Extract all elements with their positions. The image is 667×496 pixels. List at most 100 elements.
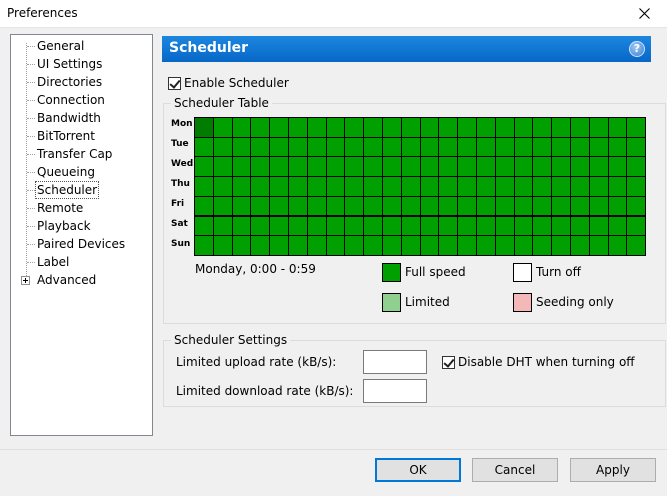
schedule-cell[interactable] (551, 235, 571, 256)
schedule-cell[interactable] (626, 195, 647, 217)
schedule-cell[interactable] (588, 235, 609, 256)
schedule-cell[interactable] (250, 215, 271, 237)
schedule-cell[interactable] (194, 176, 214, 197)
schedule-cell[interactable] (419, 235, 440, 256)
schedule-cell[interactable] (325, 215, 346, 237)
schedule-cell[interactable] (476, 136, 496, 158)
schedule-cell[interactable] (344, 215, 365, 237)
disable-dht-label[interactable]: Disable DHT when turning off (458, 355, 635, 369)
schedule-cell[interactable] (231, 235, 252, 256)
expand-plus-icon[interactable] (21, 276, 30, 285)
schedule-cell[interactable] (626, 156, 647, 178)
sidebar-item-scheduler[interactable]: Scheduler (34, 181, 100, 199)
schedule-cell[interactable] (382, 117, 402, 138)
schedule-cell[interactable] (570, 117, 590, 138)
schedule-cell[interactable] (382, 235, 402, 256)
schedule-cell[interactable] (513, 235, 534, 256)
schedule-cell[interactable] (194, 136, 214, 158)
preferences-tree[interactable]: General UI Settings Directories Connection B… (10, 34, 153, 436)
schedule-cell[interactable] (532, 156, 553, 178)
schedule-cell[interactable] (212, 176, 233, 197)
schedule-cell[interactable] (288, 195, 308, 217)
schedule-cell[interactable] (513, 117, 534, 138)
schedule-cell[interactable] (457, 176, 477, 197)
schedule-cell[interactable] (400, 176, 421, 197)
schedule-cell[interactable] (438, 215, 459, 237)
schedule-cell[interactable] (551, 215, 571, 237)
schedule-cell[interactable] (513, 136, 534, 158)
schedule-cell[interactable] (212, 156, 233, 178)
schedule-cell[interactable] (269, 176, 289, 197)
schedule-cell[interactable] (588, 156, 609, 178)
schedule-cell[interactable] (532, 235, 553, 256)
schedule-cell[interactable] (194, 215, 214, 237)
schedule-cell[interactable] (250, 176, 271, 197)
schedule-cell[interactable] (570, 136, 590, 158)
schedule-cell[interactable] (212, 195, 233, 217)
schedule-cell[interactable] (419, 215, 440, 237)
schedule-cell[interactable] (306, 195, 327, 217)
schedule-cell[interactable] (288, 156, 308, 178)
schedule-cell[interactable] (344, 176, 365, 197)
schedule-cell[interactable] (363, 176, 383, 197)
schedule-cell[interactable] (457, 136, 477, 158)
schedule-cell[interactable] (476, 156, 496, 178)
schedule-cell[interactable] (513, 156, 534, 178)
schedule-cell[interactable] (194, 195, 214, 217)
schedule-cell[interactable] (626, 117, 647, 138)
sidebar-item-ui-settings[interactable]: UI Settings (36, 56, 103, 72)
schedule-cell[interactable] (513, 176, 534, 197)
schedule-cell[interactable] (325, 235, 346, 256)
upload-rate-input[interactable] (363, 350, 427, 374)
schedule-cell[interactable] (476, 215, 496, 237)
schedule-cell[interactable] (250, 195, 271, 217)
schedule-cell[interactable] (419, 117, 440, 138)
schedule-cell[interactable] (344, 136, 365, 158)
schedule-cell[interactable] (382, 176, 402, 197)
schedule-cell[interactable] (607, 156, 628, 178)
sidebar-item-playback[interactable]: Playback (36, 218, 92, 234)
schedule-cell[interactable] (212, 136, 233, 158)
schedule-cell[interactable] (306, 156, 327, 178)
sidebar-item-remote[interactable]: Remote (36, 200, 84, 216)
schedule-cell[interactable] (476, 117, 496, 138)
schedule-cell[interactable] (419, 156, 440, 178)
schedule-cell[interactable] (400, 136, 421, 158)
schedule-cell[interactable] (494, 117, 515, 138)
schedule-cell[interactable] (288, 136, 308, 158)
schedule-cell[interactable] (607, 136, 628, 158)
sidebar-item-general[interactable]: General (36, 38, 85, 54)
schedule-cell[interactable] (363, 195, 383, 217)
schedule-cell[interactable] (400, 195, 421, 217)
schedule-cell[interactable] (551, 117, 571, 138)
schedule-cell[interactable] (494, 235, 515, 256)
cancel-button[interactable]: Cancel (472, 458, 558, 482)
schedule-cell[interactable] (570, 176, 590, 197)
schedule-cell[interactable] (570, 156, 590, 178)
schedule-cell[interactable] (588, 136, 609, 158)
schedule-cell[interactable] (269, 235, 289, 256)
schedule-cell[interactable] (269, 136, 289, 158)
schedule-cell[interactable] (194, 117, 214, 138)
schedule-cell[interactable] (532, 176, 553, 197)
schedule-cell[interactable] (306, 136, 327, 158)
schedule-cell[interactable] (588, 215, 609, 237)
schedule-cell[interactable] (344, 235, 365, 256)
enable-scheduler-label[interactable]: Enable Scheduler (184, 76, 289, 90)
schedule-cell[interactable] (551, 176, 571, 197)
schedule-cell[interactable] (570, 195, 590, 217)
schedule-cell[interactable] (400, 117, 421, 138)
sidebar-item-connection[interactable]: Connection (36, 92, 106, 108)
schedule-cell[interactable] (532, 215, 553, 237)
schedule-cell[interactable] (551, 156, 571, 178)
schedule-cell[interactable] (344, 195, 365, 217)
schedule-cell[interactable] (570, 215, 590, 237)
schedule-cell[interactable] (194, 156, 214, 178)
schedule-cell[interactable] (532, 136, 553, 158)
apply-button[interactable]: Apply (570, 458, 656, 482)
schedule-cell[interactable] (607, 117, 628, 138)
sidebar-item-directories[interactable]: Directories (36, 74, 103, 90)
schedule-cell[interactable] (626, 235, 647, 256)
legend-turn-off-swatch[interactable] (513, 263, 532, 282)
schedule-cell[interactable] (457, 215, 477, 237)
